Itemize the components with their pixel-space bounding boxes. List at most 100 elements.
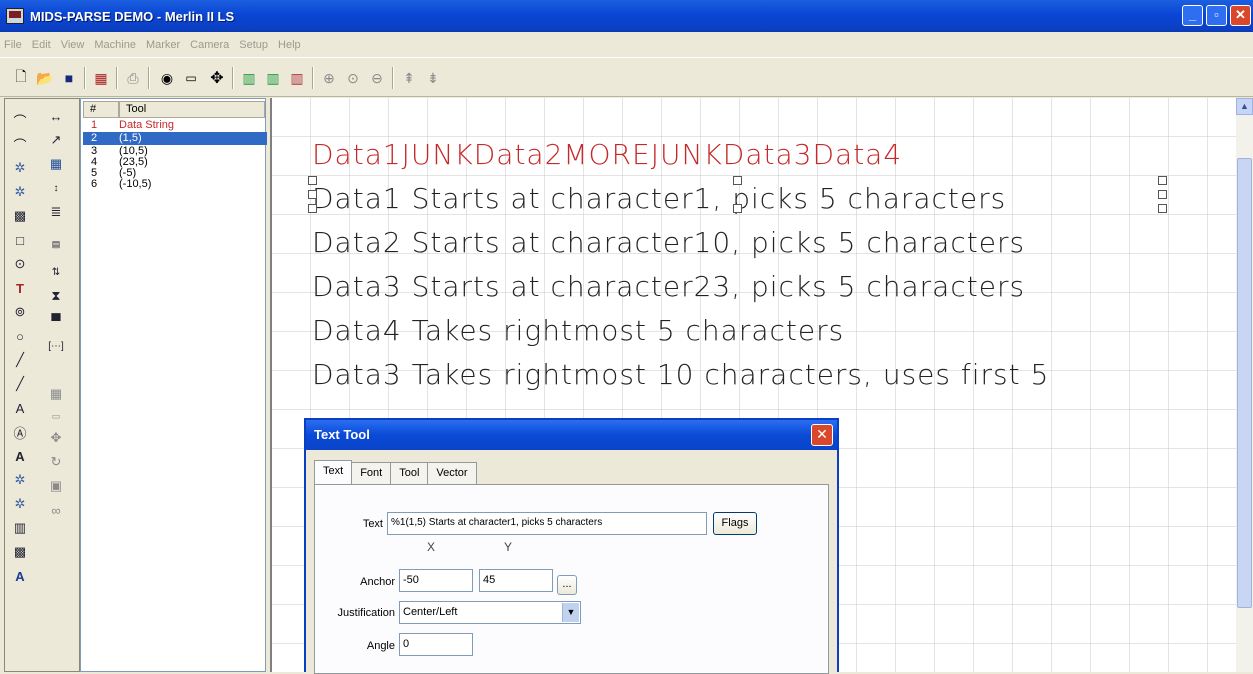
grid-icon[interactable]: ▩ bbox=[9, 205, 31, 227]
justification-dropdown[interactable]: Center/Left ▼ bbox=[399, 601, 581, 624]
link-icon[interactable]: ∞ bbox=[45, 499, 67, 521]
star2-icon[interactable]: ✲ bbox=[9, 181, 31, 203]
line-icon[interactable]: ╱ bbox=[9, 349, 31, 371]
flags-button[interactable]: Flags bbox=[713, 512, 757, 535]
mark-icon[interactable]: ▦ bbox=[90, 67, 112, 89]
list-item[interactable]: 5 (-5) bbox=[83, 168, 265, 179]
angle-input[interactable]: 0 bbox=[399, 633, 473, 656]
ellipse-target-icon[interactable]: ⊙ bbox=[9, 253, 31, 275]
menu-marker[interactable]: Marker bbox=[146, 39, 180, 51]
line2-icon[interactable]: ╱ bbox=[9, 373, 31, 395]
barcode-icon[interactable]: ▥ bbox=[9, 517, 31, 539]
selection-handle[interactable] bbox=[1158, 204, 1167, 213]
arc-icon[interactable]: ⌒ bbox=[9, 109, 31, 131]
menu-file[interactable]: File bbox=[4, 39, 22, 51]
anchor-y-input[interactable]: 45 bbox=[479, 569, 553, 592]
bracket-icon[interactable]: [⋯] bbox=[45, 335, 67, 357]
save-icon[interactable]: ■ bbox=[58, 67, 80, 89]
menu-edit[interactable]: Edit bbox=[32, 39, 51, 51]
selection-handle[interactable] bbox=[733, 204, 742, 213]
canvas-text-line[interactable]: Data3 Takes rightmost 10 characters, use… bbox=[312, 358, 1049, 391]
selection-handle[interactable] bbox=[1158, 176, 1167, 185]
datamatrix-icon[interactable]: ▩ bbox=[9, 541, 31, 563]
list-item[interactable]: 6 (-10,5) bbox=[83, 179, 265, 190]
canvas-text-line-selected[interactable]: Data1 Starts at character1, picks 5 char… bbox=[312, 182, 1006, 215]
move-disabled-icon[interactable]: ✥ bbox=[45, 427, 67, 449]
text-cursor-icon[interactable]: T bbox=[9, 277, 31, 299]
dialog-close-button[interactable]: ✕ bbox=[811, 424, 833, 446]
column-header-number[interactable]: # bbox=[83, 101, 119, 118]
rectangle-icon[interactable]: □ bbox=[9, 229, 31, 251]
menu-help[interactable]: Help bbox=[278, 39, 301, 51]
chevron-down-icon[interactable]: ▼ bbox=[562, 603, 579, 622]
print-icon[interactable]: ⎙ bbox=[122, 67, 144, 89]
canvas-text-line[interactable]: Data4 Takes rightmost 5 characters bbox=[312, 314, 844, 347]
rotate-icon[interactable]: ↻ bbox=[45, 451, 67, 473]
align-center-icon[interactable]: ▥ bbox=[262, 67, 284, 89]
calculator-icon[interactable]: ▦ bbox=[45, 383, 67, 405]
selection-handle[interactable] bbox=[308, 204, 317, 213]
frame-icon[interactable]: ▭ bbox=[180, 67, 202, 89]
target-icon[interactable]: ◉ bbox=[156, 67, 178, 89]
menu-camera[interactable]: Camera bbox=[190, 39, 229, 51]
log-icon[interactable]: ▤ bbox=[45, 233, 67, 255]
column-header-tool[interactable]: Tool bbox=[119, 101, 265, 118]
pattern2-icon[interactable]: ✲ bbox=[9, 493, 31, 515]
xy-icon[interactable]: ⇅ bbox=[45, 261, 67, 283]
list-item[interactable]: 3 (10,5) bbox=[83, 146, 265, 157]
eye-icon[interactable]: ⊚ bbox=[9, 301, 31, 323]
list-item-selected[interactable]: 2 (1,5) bbox=[83, 132, 267, 145]
hourglass-icon[interactable]: ⧗ bbox=[45, 285, 67, 307]
canvas-text-line[interactable]: Data3 Starts at character23, picks 5 cha… bbox=[312, 270, 1025, 303]
scroll-up-icon[interactable]: ▲ bbox=[1236, 98, 1253, 115]
minimize-button[interactable]: _ bbox=[1182, 5, 1203, 26]
table-icon[interactable]: ▦ bbox=[45, 153, 67, 175]
menu-setup[interactable]: Setup bbox=[239, 39, 268, 51]
zoom-in-icon[interactable]: ⊕ bbox=[318, 67, 340, 89]
flag-icon[interactable]: ▀ bbox=[45, 309, 67, 331]
star-icon[interactable]: ✲ bbox=[9, 157, 31, 179]
diagonal-arrow-icon[interactable]: ↗ bbox=[45, 129, 67, 151]
page-down-icon[interactable]: ⇟ bbox=[422, 67, 444, 89]
menu-view[interactable]: View bbox=[61, 39, 85, 51]
list-item[interactable]: 4 (23,5) bbox=[83, 157, 265, 168]
selection-handle[interactable] bbox=[308, 176, 317, 185]
text-bold-icon[interactable]: A bbox=[9, 445, 31, 467]
canvas-text-line[interactable]: Data1JUNKData2MOREJUNKData3Data4 bbox=[312, 138, 902, 171]
selection-handle[interactable] bbox=[308, 190, 317, 199]
menu-machine[interactable]: Machine bbox=[94, 39, 136, 51]
image-icon[interactable]: ▣ bbox=[45, 475, 67, 497]
scroll-thumb[interactable] bbox=[1237, 158, 1252, 608]
align-left-icon[interactable]: ▥ bbox=[238, 67, 260, 89]
tab-vector[interactable]: Vector bbox=[427, 462, 477, 484]
selection-handle[interactable] bbox=[733, 176, 742, 185]
zoom-out-icon[interactable]: ⊖ bbox=[366, 67, 388, 89]
selection-handle[interactable] bbox=[1158, 190, 1167, 199]
maximize-button[interactable]: ▫ bbox=[1206, 5, 1227, 26]
anchor-x-input[interactable]: -50 bbox=[399, 569, 473, 592]
canvas-text-line[interactable]: Data2 Starts at character10, picks 5 cha… bbox=[312, 226, 1025, 259]
tab-font[interactable]: Font bbox=[351, 462, 392, 484]
anchor-browse-button[interactable]: ... bbox=[557, 575, 577, 595]
open-folder-icon[interactable]: 📂 bbox=[34, 67, 56, 89]
new-file-icon[interactable]: 🗋 bbox=[10, 67, 32, 89]
tab-tool[interactable]: Tool bbox=[390, 462, 429, 484]
move-icon[interactable]: ✥ bbox=[206, 67, 228, 89]
list-icon[interactable]: ≣ bbox=[45, 201, 67, 223]
ellipse-icon[interactable]: ○ bbox=[9, 325, 31, 347]
text-input[interactable]: %1(1,5) Starts at character1, picks 5 ch… bbox=[387, 512, 707, 535]
text-a-icon[interactable]: A bbox=[9, 397, 31, 419]
h-arrows-icon[interactable]: ↔ bbox=[45, 105, 67, 127]
vertical-scrollbar[interactable]: ▲ bbox=[1236, 98, 1253, 672]
align-right-icon[interactable]: ▥ bbox=[286, 67, 308, 89]
page-up-icon[interactable]: ⇞ bbox=[398, 67, 420, 89]
text-frame-icon[interactable]: Ⓐ bbox=[9, 421, 31, 443]
pattern-icon[interactable]: ✲ bbox=[9, 469, 31, 491]
abc-icon[interactable]: ▭ bbox=[45, 405, 67, 427]
font-a-icon[interactable]: A bbox=[9, 565, 31, 587]
list-item[interactable]: 1 Data String bbox=[83, 120, 265, 131]
arc2-icon[interactable]: ⌒ bbox=[9, 133, 31, 155]
tab-text[interactable]: Text bbox=[314, 460, 353, 484]
serial-icon[interactable]: ↕ bbox=[45, 177, 67, 199]
zoom-fit-icon[interactable]: ⊙ bbox=[342, 67, 364, 89]
